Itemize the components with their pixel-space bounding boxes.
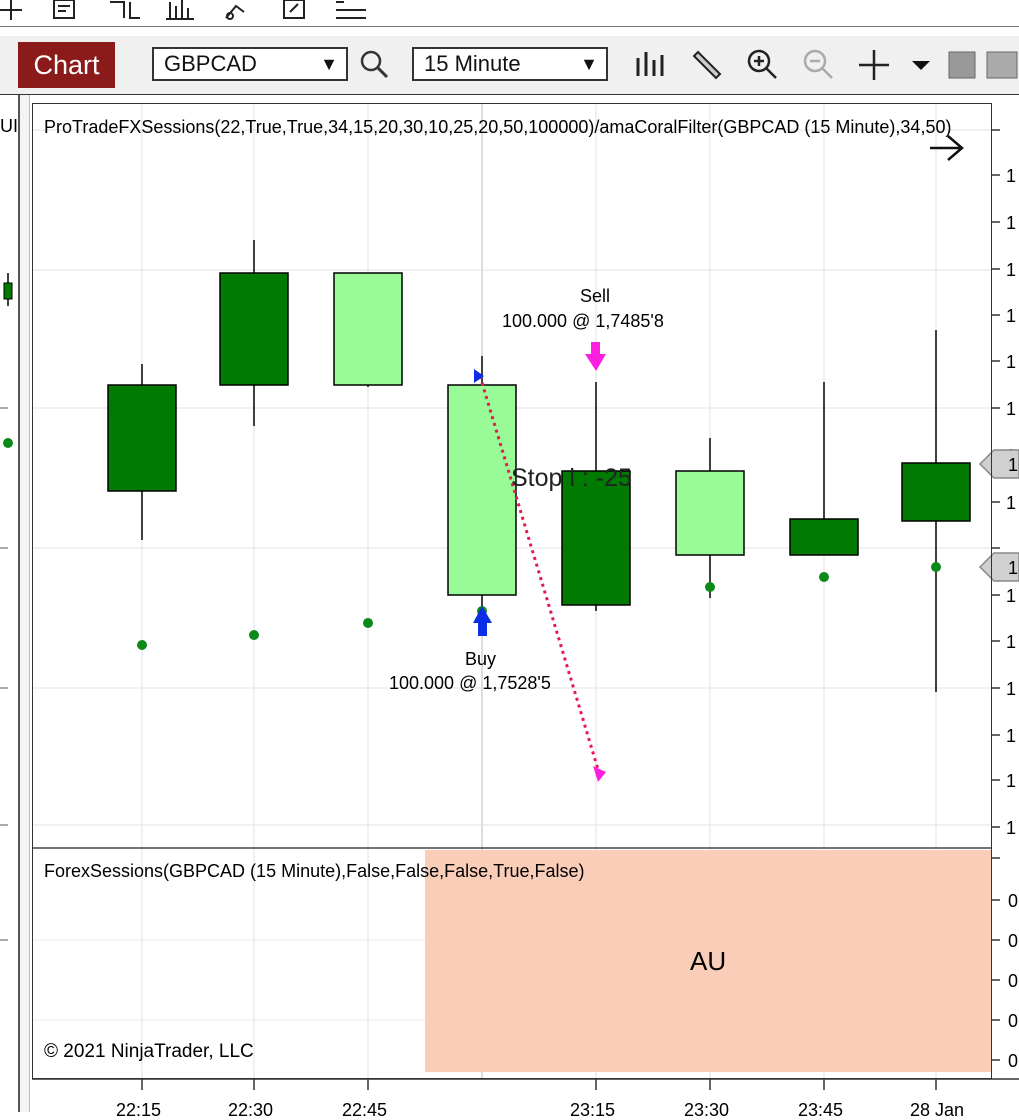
axis-tick-label: 1	[1006, 399, 1016, 419]
candle-body	[675, 470, 745, 556]
coral-dot	[3, 438, 13, 448]
coral-dot	[137, 640, 147, 650]
coral-dot	[931, 562, 941, 572]
time-axis-label: 28 Jan	[910, 1100, 965, 1120]
stop-loss-label: Stop l : -25	[511, 464, 632, 492]
axis-tick-label: 1	[1006, 679, 1016, 699]
buy-detail: 100.000 @ 1,7528'5	[389, 673, 551, 693]
axis-tick-label: 1	[1006, 771, 1016, 791]
candle-bodies	[3, 272, 971, 606]
candle-body	[107, 384, 177, 492]
time-axis-label: 23:45	[798, 1100, 844, 1120]
axis-tick-label: 1	[1006, 260, 1016, 280]
axis-tick-label: 1	[1006, 586, 1016, 606]
candle-body	[219, 272, 289, 386]
sell-arrow-shaft	[591, 342, 600, 356]
axis-tick-label: 1	[1006, 306, 1016, 326]
axis-tick-label: 0	[1008, 1011, 1018, 1031]
copyright: © 2021 NinjaTrader, LLC	[44, 1041, 254, 1062]
axis-tick-label: 0	[1008, 1051, 1018, 1071]
time-axis-label: 22:15	[116, 1100, 162, 1120]
axis-tick-label: 0	[1008, 931, 1018, 951]
coral-dot	[705, 582, 715, 592]
indicator-title: ProTradeFXSessions(22,True,True,34,15,20…	[44, 117, 952, 137]
axis-tick-label: 0	[1008, 891, 1018, 911]
candle-body	[447, 384, 517, 596]
sell-detail: 100.000 @ 1,7485'8	[502, 311, 664, 331]
axis-tick-label: 1	[1006, 493, 1016, 513]
coral-dot	[363, 618, 373, 628]
axis-tick-label: 0	[1008, 971, 1018, 991]
exit-triangle	[593, 766, 606, 782]
axis-tick-label: 1	[1006, 352, 1016, 372]
left-cut-label: UI	[0, 116, 18, 136]
sessions-indicator-title: ForexSessions(GBPCAD (15 Minute),False,F…	[44, 861, 585, 881]
session-label-au: AU	[690, 946, 727, 976]
axis-tick-label: 1	[1006, 818, 1016, 838]
sell-label: Sell	[580, 286, 611, 306]
candle-body	[901, 462, 971, 522]
axis-tick-label: 1	[1006, 726, 1016, 746]
price-tag-label: 1	[1008, 455, 1018, 475]
time-axis-label: 22:30	[228, 1100, 274, 1120]
time-axis-label: 22:45	[342, 1100, 388, 1120]
time-axis-label: 23:15	[570, 1100, 616, 1120]
buy-label: Buy	[465, 649, 497, 669]
candle-body	[789, 518, 859, 556]
price-chart[interactable]: 111111111111111100000	[0, 0, 1019, 1112]
time-axis-label: 23:30	[684, 1100, 730, 1120]
scroll-right-arrow-icon[interactable]	[930, 135, 964, 161]
axis-tick-label: 1	[1006, 632, 1016, 652]
coral-dot	[819, 572, 829, 582]
axis-tick-label: 1	[1006, 213, 1016, 233]
price-tag-label: 1	[1008, 558, 1018, 578]
candle-body	[3, 282, 13, 300]
axis-tick-label: 1	[1006, 166, 1016, 186]
sell-arrow-head	[585, 354, 606, 371]
coral-dot	[249, 630, 259, 640]
candle-body	[333, 272, 403, 386]
buy-arrow-head	[473, 606, 492, 623]
